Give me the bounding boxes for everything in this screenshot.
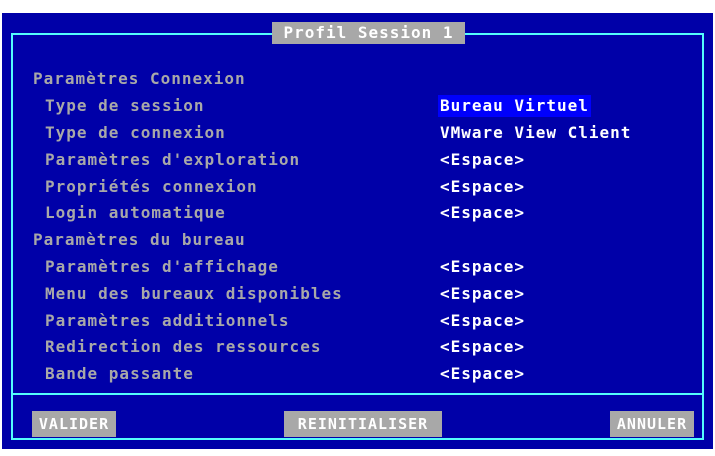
label-auto-login[interactable]: Login automatique (45, 202, 226, 224)
frame-right-border (702, 33, 704, 440)
reset-button[interactable]: REINITIALISER (284, 411, 442, 437)
frame-left-border (11, 33, 13, 440)
validate-button[interactable]: VALIDER (32, 411, 116, 437)
value-exploration-params[interactable]: <Espace> (440, 149, 525, 171)
value-additional-params[interactable]: <Espace> (440, 310, 525, 332)
label-exploration-params[interactable]: Paramètres d'exploration (45, 149, 300, 171)
label-additional-params[interactable]: Paramètres additionnels (45, 310, 290, 332)
label-bandwidth[interactable]: Bande passante (45, 363, 194, 385)
value-available-desktops-menu[interactable]: <Espace> (440, 283, 525, 305)
label-connection-type[interactable]: Type de connexion (45, 122, 226, 144)
button-area-divider (11, 393, 704, 395)
label-connection-properties[interactable]: Propriétés connexion (45, 176, 258, 198)
cancel-button[interactable]: ANNULER (610, 411, 694, 437)
section-heading-connexion: Paramètres Connexion (33, 69, 246, 88)
label-available-desktops-menu[interactable]: Menu des bureaux disponibles (45, 283, 343, 305)
value-auto-login[interactable]: <Espace> (440, 202, 525, 224)
value-connection-properties[interactable]: <Espace> (440, 176, 525, 198)
label-session-type[interactable]: Type de session (45, 95, 205, 117)
label-resource-redirection[interactable]: Redirection des ressources (45, 336, 321, 358)
value-bandwidth[interactable]: <Espace> (440, 363, 525, 385)
value-connection-type[interactable]: VMware View Client (440, 122, 631, 144)
label-display-params[interactable]: Paramètres d'affichage (45, 256, 279, 278)
terminal-screen: Profil Session 1 Paramètres Connexion Ty… (0, 0, 715, 456)
section-heading-bureau: Paramètres du bureau (33, 230, 246, 249)
value-session-type[interactable]: Bureau Virtuel (438, 95, 591, 117)
frame-bottom-border (11, 438, 704, 440)
dialog-title: Profil Session 1 (272, 22, 465, 44)
value-resource-redirection[interactable]: <Espace> (440, 336, 525, 358)
value-display-params[interactable]: <Espace> (440, 256, 525, 278)
